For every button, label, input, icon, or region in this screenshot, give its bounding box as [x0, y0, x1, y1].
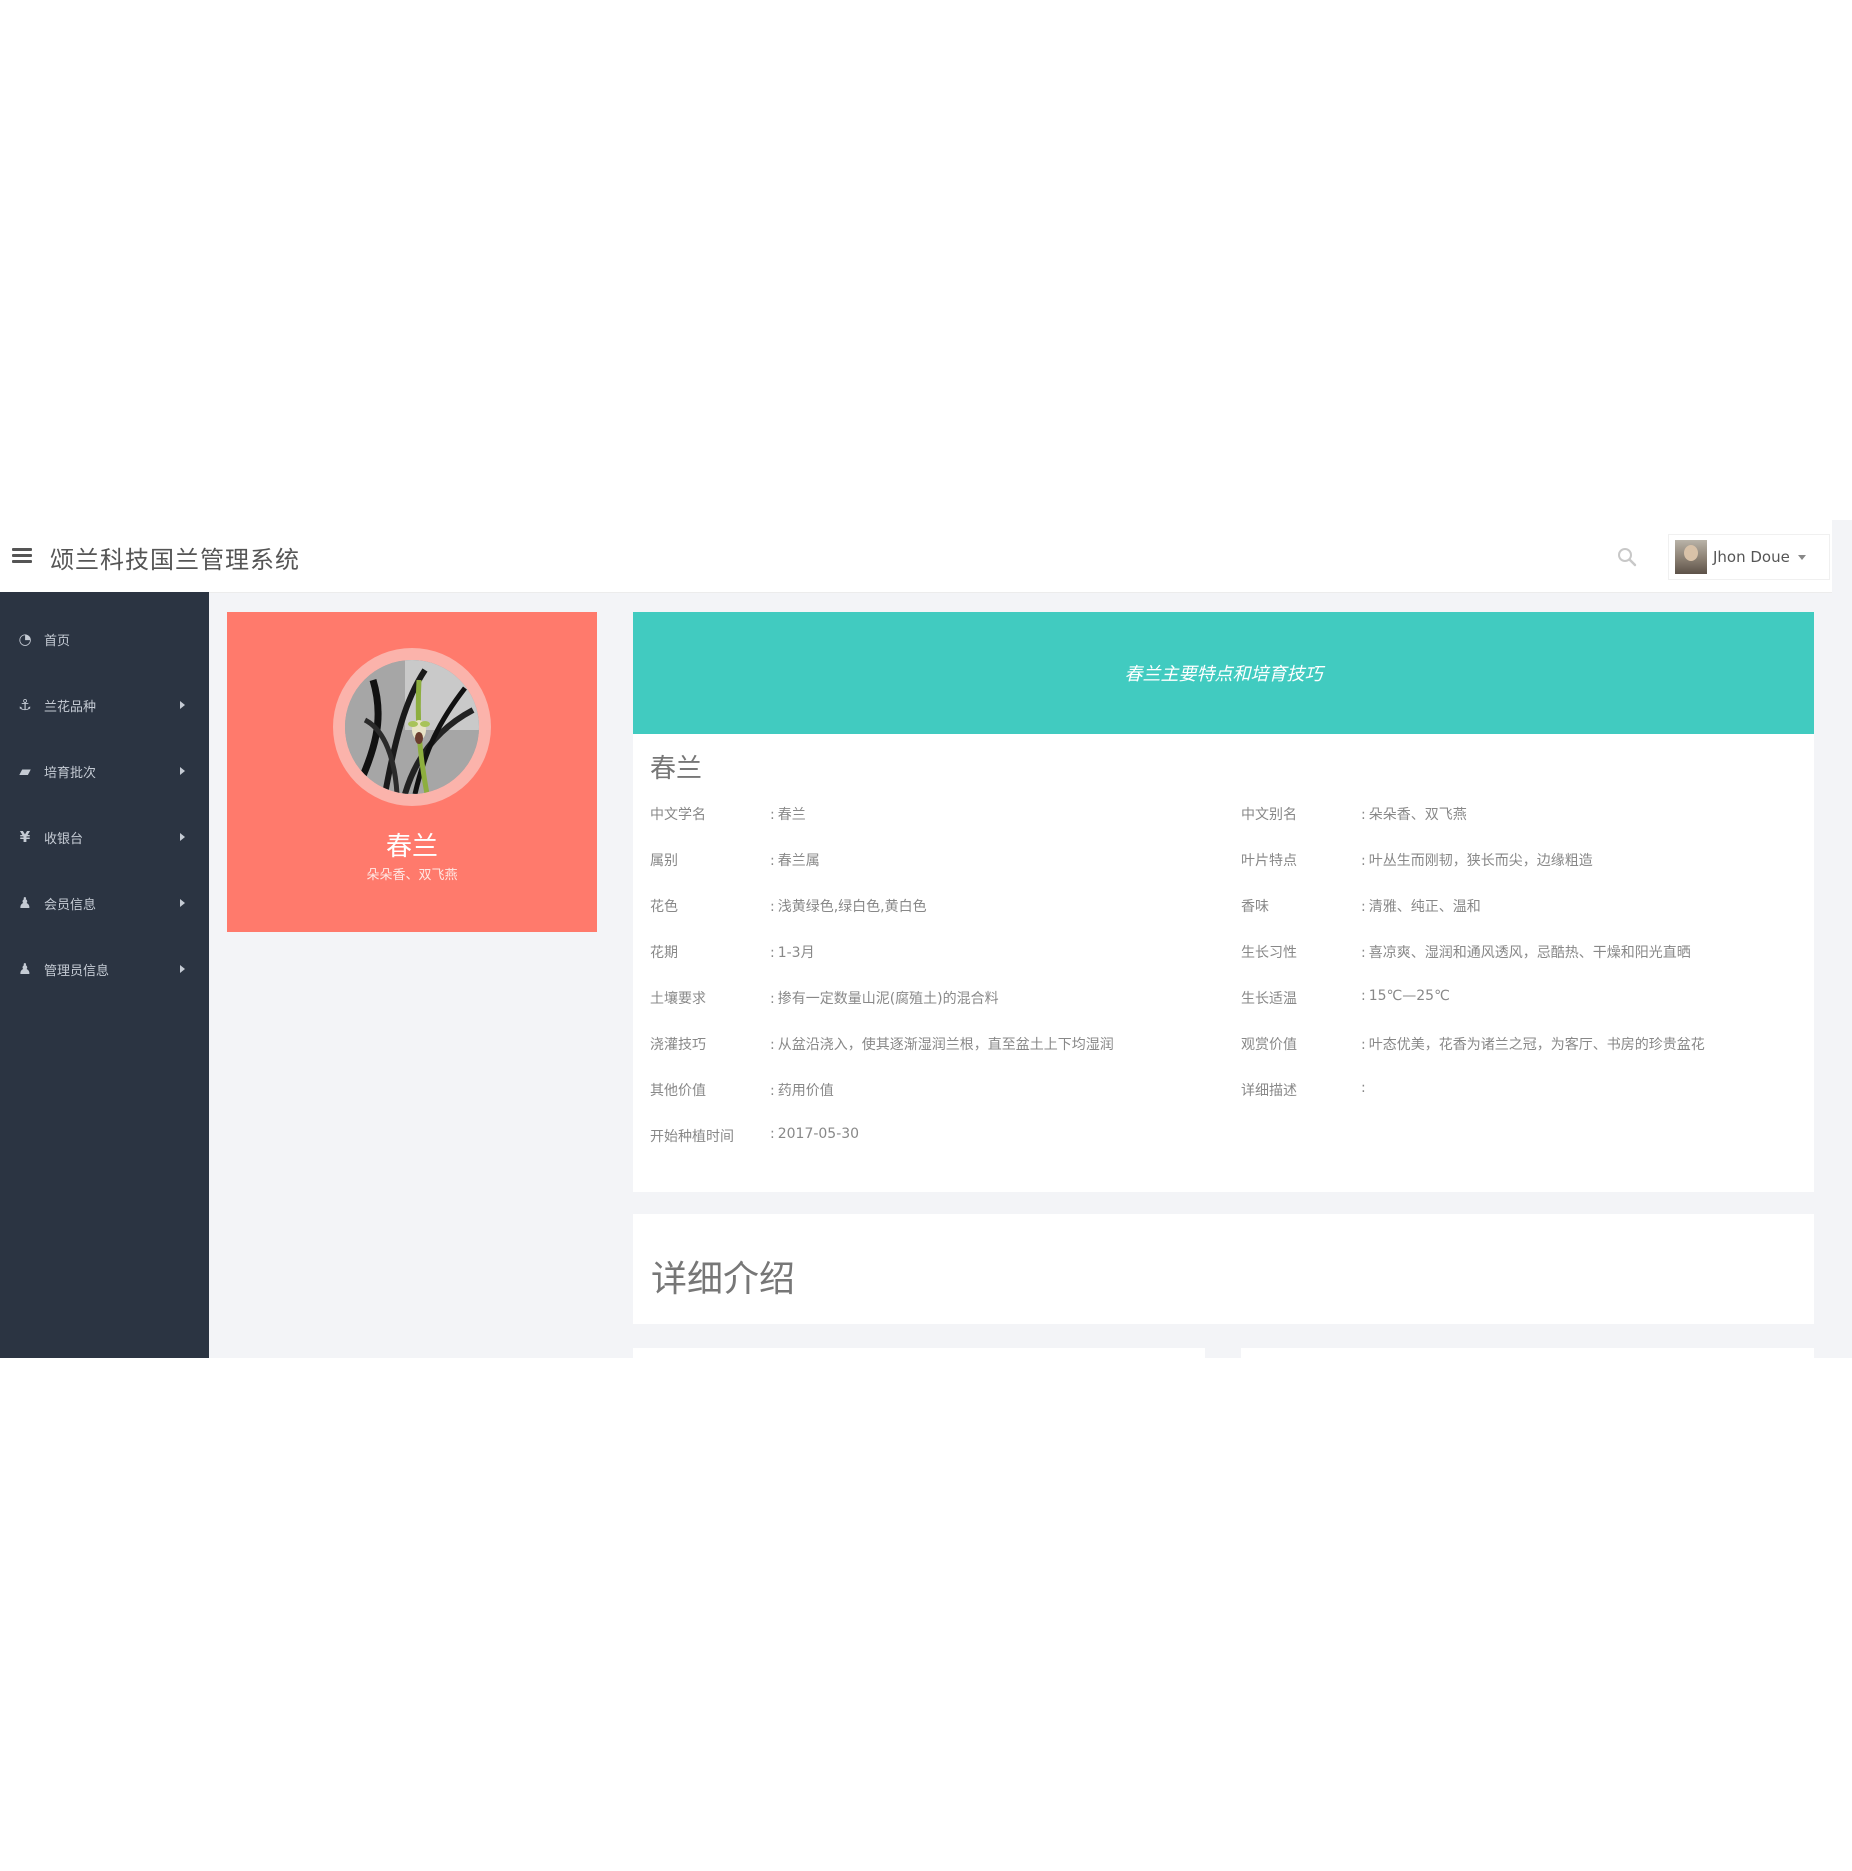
chevron-right-icon [180, 767, 185, 775]
info-label: 浇灌技巧 [650, 1037, 706, 1053]
user-icon: ♟ [18, 960, 32, 978]
chevron-right-icon [180, 899, 185, 907]
sidebar-item-home[interactable]: ◔ 首页 [0, 606, 209, 672]
user-menu[interactable]: Jhon Doue [1668, 534, 1830, 580]
info-value: 药用价值 [770, 1080, 834, 1100]
info-label: 土壤要求 [650, 991, 706, 1007]
book-icon: ▰ [19, 762, 31, 780]
orchid-photo [345, 660, 479, 794]
info-label: 生长适温 [1241, 991, 1297, 1007]
info-value: 15℃—25℃ [1361, 988, 1450, 1004]
info-panel-header: 春兰主要特点和培育技巧 [633, 612, 1814, 734]
dashboard-icon: ◔ [18, 630, 32, 648]
info-value: 2017-05-30 [770, 1126, 859, 1142]
content-card [1241, 1348, 1814, 1358]
content-card [633, 1348, 1205, 1358]
detail-panel: 详细介绍 [633, 1214, 1814, 1324]
info-value: 喜凉爽、湿润和通风透风，忌酷热、干燥和阳光直晒 [1361, 942, 1691, 962]
top-bar: 颂兰科技国兰管理系统 Jhon Doue [0, 520, 1832, 593]
detail-title: 详细介绍 [651, 1259, 796, 1300]
orchid-photo-frame [333, 648, 491, 806]
info-label: 详细描述 [1241, 1083, 1297, 1099]
info-value: 朵朵香、双飞燕 [1361, 804, 1467, 824]
app-window: 颂兰科技国兰管理系统 Jhon Doue ◔ 首页 ⚓ 兰花品种 ▰ 培育批次 … [0, 520, 1852, 1358]
orchid-profile-card: 春兰 朵朵香、双飞燕 [227, 612, 597, 932]
info-value: 春兰属 [770, 850, 820, 870]
info-value: 掺有一定数量山泥(腐殖土)的混合料 [770, 988, 999, 1008]
info-value: 叶丛生而刚韧，狭长而尖，边缘粗造 [1361, 850, 1593, 870]
info-panel-title: 春兰 [650, 754, 703, 784]
info-value [1361, 1080, 1369, 1096]
orchid-alias: 朵朵香、双飞燕 [366, 868, 458, 883]
avatar [1675, 540, 1707, 574]
chevron-right-icon [180, 833, 185, 841]
chevron-right-icon [180, 701, 185, 709]
info-value: 春兰 [770, 804, 806, 824]
search-icon[interactable] [1616, 546, 1638, 568]
info-label: 叶片特点 [1241, 853, 1297, 869]
info-label: 开始种植时间 [650, 1129, 734, 1145]
info-label: 属别 [650, 853, 678, 869]
info-label: 生长习性 [1241, 945, 1297, 961]
yen-icon: ¥ [19, 828, 31, 846]
anchor-icon: ⚓ [18, 696, 32, 714]
info-value: 1-3月 [770, 942, 815, 962]
info-label: 观赏价值 [1241, 1037, 1297, 1053]
info-value: 从盆沿浇入，使其逐渐湿润兰根，直至盆土上下均湿润 [770, 1034, 1114, 1054]
sidebar-item-cashier[interactable]: ¥ 收银台 [0, 804, 209, 870]
info-label: 香味 [1241, 899, 1269, 915]
sidebar-item-cultivation-batches[interactable]: ▰ 培育批次 [0, 738, 209, 804]
info-value: 清雅、纯正、温和 [1361, 896, 1481, 916]
info-value: 浅黄绿色,绿白色,黄白色 [770, 896, 927, 916]
sidebar: ◔ 首页 ⚓ 兰花品种 ▰ 培育批次 ¥ 收银台 ♟ 会员信息 ♟ 管理员信息 [0, 592, 209, 1358]
info-label: 其他价值 [650, 1083, 706, 1099]
orchid-info-panel: 春兰主要特点和培育技巧 春兰 中文学名 春兰 属别 春兰属 花色 浅黄绿色,绿白… [633, 612, 1814, 1192]
chevron-down-icon [1797, 554, 1806, 560]
info-label: 花色 [650, 899, 678, 915]
orchid-name: 春兰 [385, 832, 438, 862]
info-label: 中文别名 [1241, 807, 1297, 823]
sidebar-item-label: 兰花品种 [44, 699, 97, 715]
app-title: 颂兰科技国兰管理系统 [50, 546, 300, 574]
sidebar-item-label: 收银台 [44, 831, 84, 847]
info-label: 中文学名 [650, 807, 706, 823]
chevron-right-icon [180, 965, 185, 973]
sidebar-item-orchid-varieties[interactable]: ⚓ 兰花品种 [0, 672, 209, 738]
menu-toggle-icon[interactable] [12, 548, 32, 564]
sidebar-item-label: 会员信息 [44, 897, 97, 913]
info-value: 叶态优美，花香为诸兰之冠，为客厅、书房的珍贵盆花 [1361, 1034, 1705, 1054]
sidebar-item-label: 管理员信息 [44, 963, 110, 979]
sidebar-item-admins[interactable]: ♟ 管理员信息 [0, 936, 209, 1002]
sidebar-item-members[interactable]: ♟ 会员信息 [0, 870, 209, 936]
sidebar-item-label: 首页 [44, 633, 71, 649]
sidebar-item-label: 培育批次 [44, 765, 97, 781]
user-name: Jhon Doue [1713, 548, 1790, 566]
info-label: 花期 [650, 945, 678, 961]
users-icon: ♟ [18, 894, 32, 912]
